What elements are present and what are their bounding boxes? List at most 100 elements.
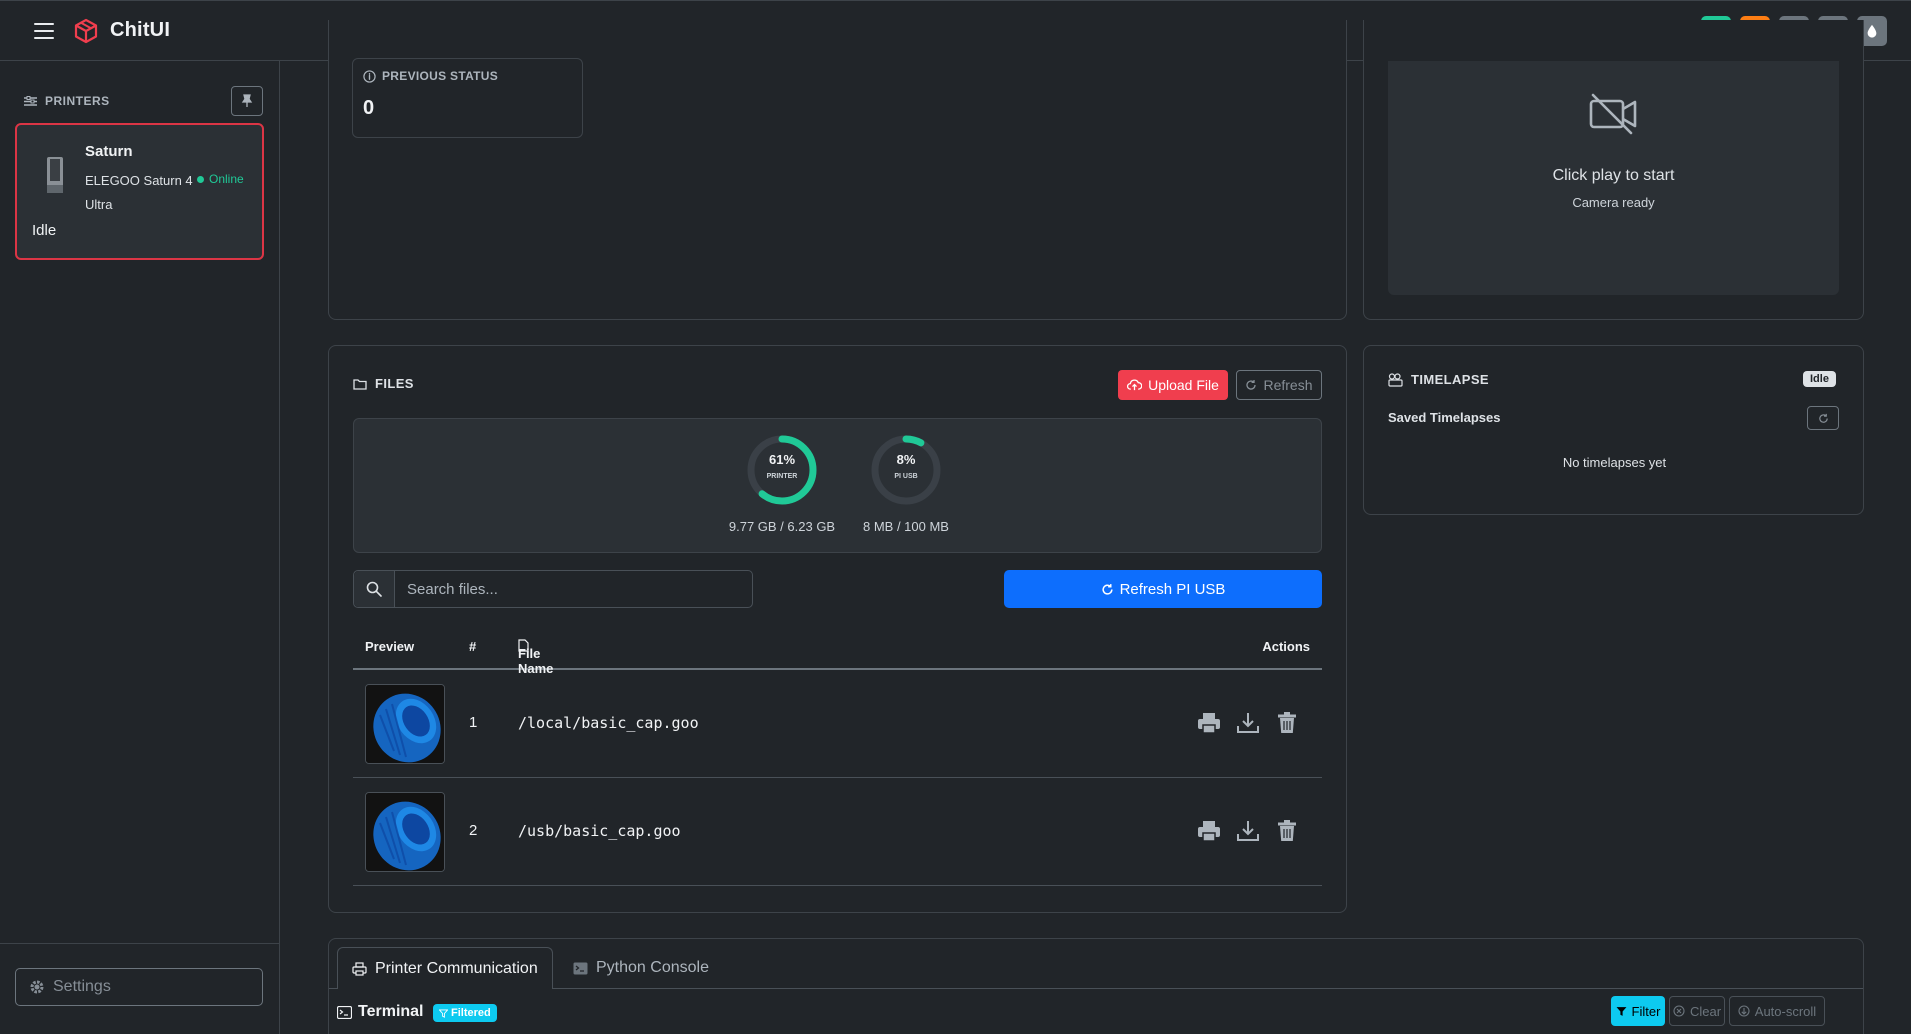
refresh-files-button[interactable]: Refresh (1236, 370, 1322, 400)
tab-python-console[interactable]: Python Console (559, 947, 723, 989)
timelapse-title: TIMELAPSE (1388, 372, 1489, 387)
trash-icon (1278, 820, 1296, 841)
film-camera-icon (1388, 372, 1403, 387)
delete-file-button[interactable] (1274, 710, 1300, 736)
camera-subtitle: Camera ready (1572, 195, 1655, 210)
clear-button-label: Clear (1689, 1003, 1722, 1019)
print-file-button[interactable] (1196, 818, 1222, 844)
filtered-badge-label: Filtered (451, 1007, 491, 1019)
printer-storage-gauge: 61% PRINTER (746, 434, 818, 506)
timelapse-empty-message: No timelapses yet (1562, 455, 1667, 470)
arrow-down-circle-icon (1738, 1005, 1750, 1017)
table-row[interactable]: 2 /usb/basic_cap.goo (353, 778, 1322, 886)
usb-storage-ring (871, 435, 941, 505)
filter-button-label: Filter (1631, 1003, 1661, 1019)
filter-button[interactable]: Filter (1611, 996, 1665, 1026)
file-number: 1 (469, 714, 478, 731)
printer-connection-label: Online (209, 172, 244, 186)
printer-card-saturn[interactable]: Saturn ELEGOO Saturn 4 Ultra Online Idle (15, 123, 264, 260)
droplet-icon (1867, 24, 1877, 38)
usb-storage-percent: 8% (896, 452, 916, 467)
files-table-header: Preview # File Name Actions (353, 632, 1322, 676)
printers-header: PRINTERS (24, 94, 110, 108)
printer-model: ELEGOO Saturn 4 Ultra (85, 173, 193, 212)
files-title-label: FILES (375, 376, 414, 391)
gear-icon (30, 980, 44, 994)
search-addon (354, 571, 395, 607)
file-search-group (353, 570, 753, 608)
console-card: Printer Communication Python Console Ter… (328, 938, 1864, 1034)
col-file-name: File Name (518, 639, 553, 676)
tab-python-console-label: Python Console (596, 959, 709, 976)
file-preview-thumbnail[interactable] (365, 792, 445, 872)
col-preview: Preview (365, 639, 415, 654)
terminal-title: Terminal (337, 1003, 424, 1021)
funnel-icon (439, 1008, 448, 1018)
refresh-pi-usb-button[interactable]: Refresh PI USB (1004, 570, 1322, 608)
printer-state: Idle (32, 222, 57, 239)
download-icon (1237, 821, 1259, 841)
terminal-icon (337, 1005, 352, 1019)
file-name: /local/basic_cap.goo (518, 714, 699, 732)
upload-file-button[interactable]: Upload File (1118, 370, 1228, 400)
sidebar-footer: Settings (0, 943, 280, 1006)
trash-icon (1278, 712, 1296, 733)
brand-name[interactable]: ChitUI (110, 19, 170, 42)
terminal-window-icon (573, 962, 588, 974)
printer-storage-label: PRINTER (766, 473, 798, 480)
file-search-input[interactable] (395, 571, 752, 607)
filtered-badge: Filtered (433, 1004, 497, 1022)
camera-view[interactable]: Click play to start Camera ready (1388, 61, 1839, 295)
delete-file-button[interactable] (1274, 818, 1300, 844)
terminal-title-label: Terminal (358, 1003, 424, 1020)
printer-name: Saturn (85, 143, 133, 160)
camera-off-icon (1589, 93, 1637, 135)
tab-printer-communication[interactable]: Printer Communication (337, 947, 553, 989)
pin-sidebar-button[interactable] (231, 86, 263, 116)
upload-file-label: Upload File (1148, 377, 1219, 393)
refresh-icon (1246, 380, 1257, 390)
settings-button[interactable]: Settings (15, 968, 263, 1006)
clear-button[interactable]: Clear (1669, 996, 1725, 1026)
refresh-timelapses-button[interactable] (1807, 406, 1839, 430)
previous-status-label-text: PREVIOUS STATUS (382, 69, 499, 83)
download-file-button[interactable] (1235, 818, 1261, 844)
download-icon (1237, 713, 1259, 733)
cloud-upload-icon (1127, 379, 1143, 391)
printer-thumbnail-icon (47, 157, 63, 193)
printer-online-status: Online (197, 172, 244, 186)
previous-status-box: PREVIOUS STATUS 0 (352, 58, 583, 138)
tab-printer-communication-label: Printer Communication (375, 959, 538, 977)
refresh-pi-usb-label: Refresh PI USB (1119, 580, 1226, 598)
usb-storage-gauge: 8% PI USB (870, 434, 942, 506)
pin-icon (241, 94, 253, 107)
refresh-icon (1101, 583, 1113, 595)
settings-label: Settings (53, 978, 111, 995)
file-actions (1196, 710, 1300, 736)
camera-title: Click play to start (1552, 167, 1675, 184)
file-preview-thumbnail[interactable] (365, 684, 445, 764)
table-row[interactable]: 1 /local/basic_cap.goo (353, 670, 1322, 778)
menu-toggle-icon[interactable] (34, 22, 54, 39)
print-file-button[interactable] (1196, 710, 1222, 736)
cap-preview-image (366, 685, 444, 763)
timelapse-title-label: TIMELAPSE (1411, 372, 1489, 387)
printers-header-label: PRINTERS (45, 94, 110, 108)
sliders-icon (24, 95, 37, 106)
info-icon (363, 69, 376, 83)
files-title: FILES (353, 376, 414, 391)
timelapse-card (1363, 345, 1864, 515)
col-number: # (469, 639, 477, 654)
file-number: 2 (469, 822, 478, 839)
download-file-button[interactable] (1235, 710, 1261, 736)
usb-storage-caption: 8 MB / 100 MB (863, 519, 949, 534)
refresh-files-label: Refresh (1263, 377, 1313, 393)
printer-icon (1198, 821, 1220, 842)
funnel-icon (1616, 1006, 1626, 1016)
autoscroll-button[interactable]: Auto-scroll (1729, 996, 1825, 1026)
printer-icon (352, 961, 367, 976)
online-dot-icon (197, 175, 204, 183)
col-actions: Actions (1262, 639, 1310, 654)
cube-logo-icon (74, 18, 98, 43)
printer-storage-percent: 61% (768, 452, 796, 467)
